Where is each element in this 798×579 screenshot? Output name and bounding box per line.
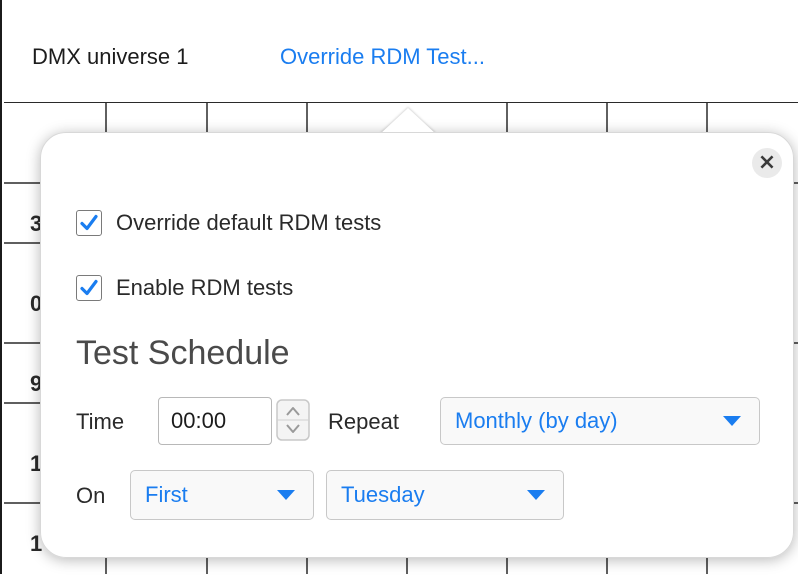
enable-rdm-tests-label: Enable RDM tests (116, 275, 294, 300)
ordinal-value: First (145, 482, 188, 507)
checkmark-icon (80, 214, 98, 231)
override-rdm-test-link[interactable]: Override RDM Test... (280, 44, 485, 70)
popover-arrow (380, 108, 436, 134)
override-default-rdm-tests-label: Override default RDM tests (116, 210, 382, 235)
chevron-down-icon (277, 490, 295, 500)
universe-title: DMX universe 1 (32, 44, 189, 69)
override-default-rdm-tests-checkbox[interactable]: Override default RDM tests (76, 210, 381, 236)
on-label: On (76, 483, 106, 508)
time-input[interactable]: 00:00 (158, 397, 272, 445)
close-button[interactable]: × (752, 148, 782, 178)
checkbox-box[interactable] (76, 275, 102, 301)
test-schedule-heading: Test Schedule (76, 334, 290, 372)
repeat-label: Repeat (328, 409, 399, 434)
weekday-dropdown[interactable]: Tuesday (326, 470, 564, 520)
repeat-value: Monthly (by day) (455, 408, 618, 433)
repeat-dropdown[interactable]: Monthly (by day) (440, 397, 760, 445)
enable-rdm-tests-checkbox[interactable]: Enable RDM tests (76, 275, 293, 301)
chevron-down-icon (527, 490, 545, 500)
ordinal-dropdown[interactable]: First (130, 470, 314, 520)
chevron-down-icon (723, 416, 741, 426)
close-icon: × (757, 150, 777, 175)
time-value: 00:00 (171, 408, 227, 433)
weekday-value: Tuesday (341, 482, 425, 507)
time-stepper[interactable] (276, 399, 310, 441)
checkbox-box[interactable] (76, 210, 102, 236)
checkmark-icon (80, 279, 98, 296)
header-bar: DMX universe 1 Override RDM Test... (4, 0, 798, 103)
time-label: Time (76, 409, 125, 434)
